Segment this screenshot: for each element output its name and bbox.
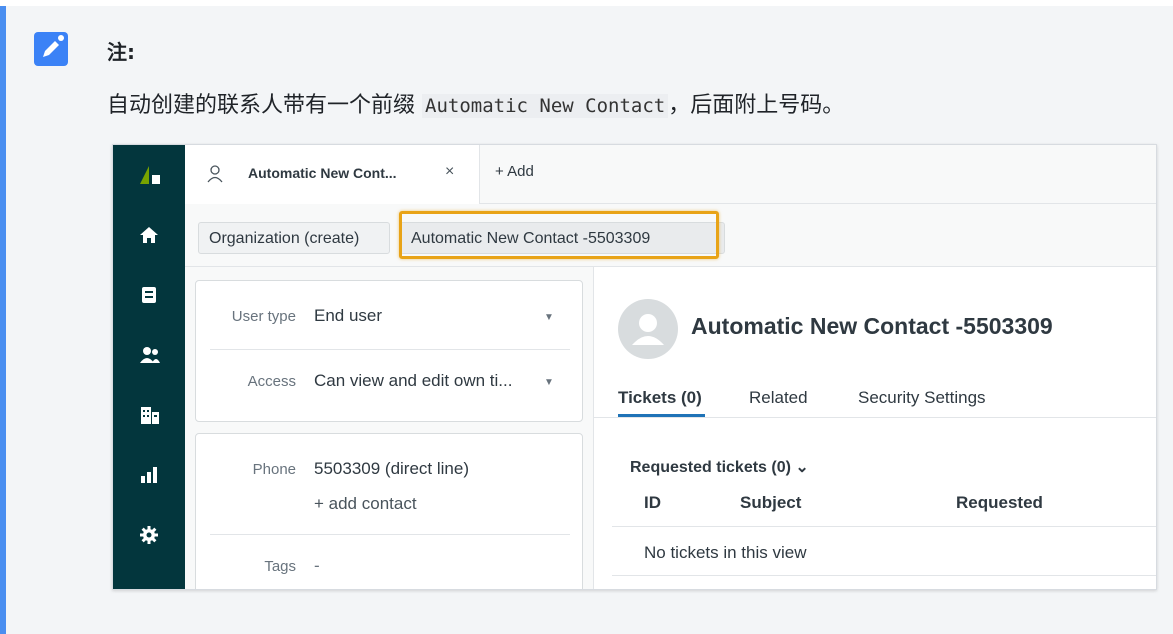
home-icon[interactable] — [113, 215, 185, 255]
column-header-requested[interactable]: Requested — [956, 493, 1043, 513]
organizations-icon[interactable] — [113, 395, 185, 435]
logo-icon[interactable] — [113, 155, 185, 195]
phone-label: Phone — [252, 461, 296, 478]
tab-title: Automatic New Cont... — [248, 165, 397, 181]
access-select[interactable]: Can view and edit own ti... — [314, 371, 512, 391]
user-type-select[interactable]: End user — [314, 306, 382, 326]
profile-main: Automatic New Contact -5503309 Tickets (… — [594, 267, 1156, 589]
user-card: User type End user ▼ Access Can view and… — [195, 280, 583, 422]
add-tab-button[interactable]: + Add — [495, 163, 534, 180]
edit-note-icon — [34, 32, 68, 66]
tab-related[interactable]: Related — [749, 388, 808, 408]
chevron-down-icon: ▼ — [544, 377, 554, 388]
divider — [210, 534, 570, 535]
contact-name: Automatic New Contact -5503309 — [691, 313, 1053, 339]
user-type-label: User type — [231, 308, 296, 325]
note-label: 注: — [107, 40, 135, 64]
avatar — [618, 299, 678, 359]
note-text-before: 自动创建的联系人带有一个前缀 — [107, 93, 422, 118]
tab-tickets[interactable]: Tickets (0) — [618, 388, 702, 408]
divider — [210, 349, 570, 350]
tab-security-settings[interactable]: Security Settings — [858, 388, 986, 408]
chevron-down-icon: ▼ — [544, 312, 554, 323]
person-icon — [207, 165, 223, 183]
note-text-after: ，后面附上号码。 — [668, 93, 845, 118]
tab-bar: Automatic New Cont... × + Add — [185, 145, 1156, 204]
access-label: Access — [247, 373, 296, 390]
sidebar-rail — [113, 145, 185, 589]
empty-message: No tickets in this view — [644, 543, 807, 562]
user-properties-panel: User type End user ▼ Access Can view and… — [185, 267, 594, 589]
breadcrumb-organization[interactable]: Organization (create) — [198, 222, 390, 254]
tags-label: Tags — [264, 558, 296, 575]
column-header-id[interactable]: ID — [644, 493, 661, 513]
phone-value[interactable]: 5503309 (direct line) — [314, 459, 469, 479]
customers-icon[interactable] — [113, 335, 185, 375]
reporting-icon[interactable] — [113, 455, 185, 495]
note-text: 自动创建的联系人带有一个前缀 Automatic New Contact ，后面附… — [107, 87, 844, 119]
contact-card: Phone 5503309 (direct line) + add contac… — [195, 433, 583, 589]
requested-tickets-dropdown[interactable]: Requested tickets (0) ⌄ — [630, 457, 809, 477]
close-icon[interactable]: × — [445, 163, 454, 181]
tags-input[interactable]: - — [314, 556, 320, 576]
column-header-subject[interactable]: Subject — [740, 493, 801, 513]
note-code: Automatic New Contact — [422, 94, 669, 118]
admin-gear-icon[interactable] — [113, 515, 185, 555]
add-contact-link[interactable]: + add contact — [314, 494, 417, 514]
divider — [594, 417, 1156, 418]
tab-contact[interactable]: Automatic New Cont... × — [185, 145, 480, 204]
divider — [612, 575, 1156, 576]
views-icon[interactable] — [113, 275, 185, 315]
zendesk-screenshot: Automatic New Cont... × + Add Organizati… — [112, 144, 1157, 590]
highlight-box — [399, 211, 719, 259]
divider — [612, 526, 1156, 527]
